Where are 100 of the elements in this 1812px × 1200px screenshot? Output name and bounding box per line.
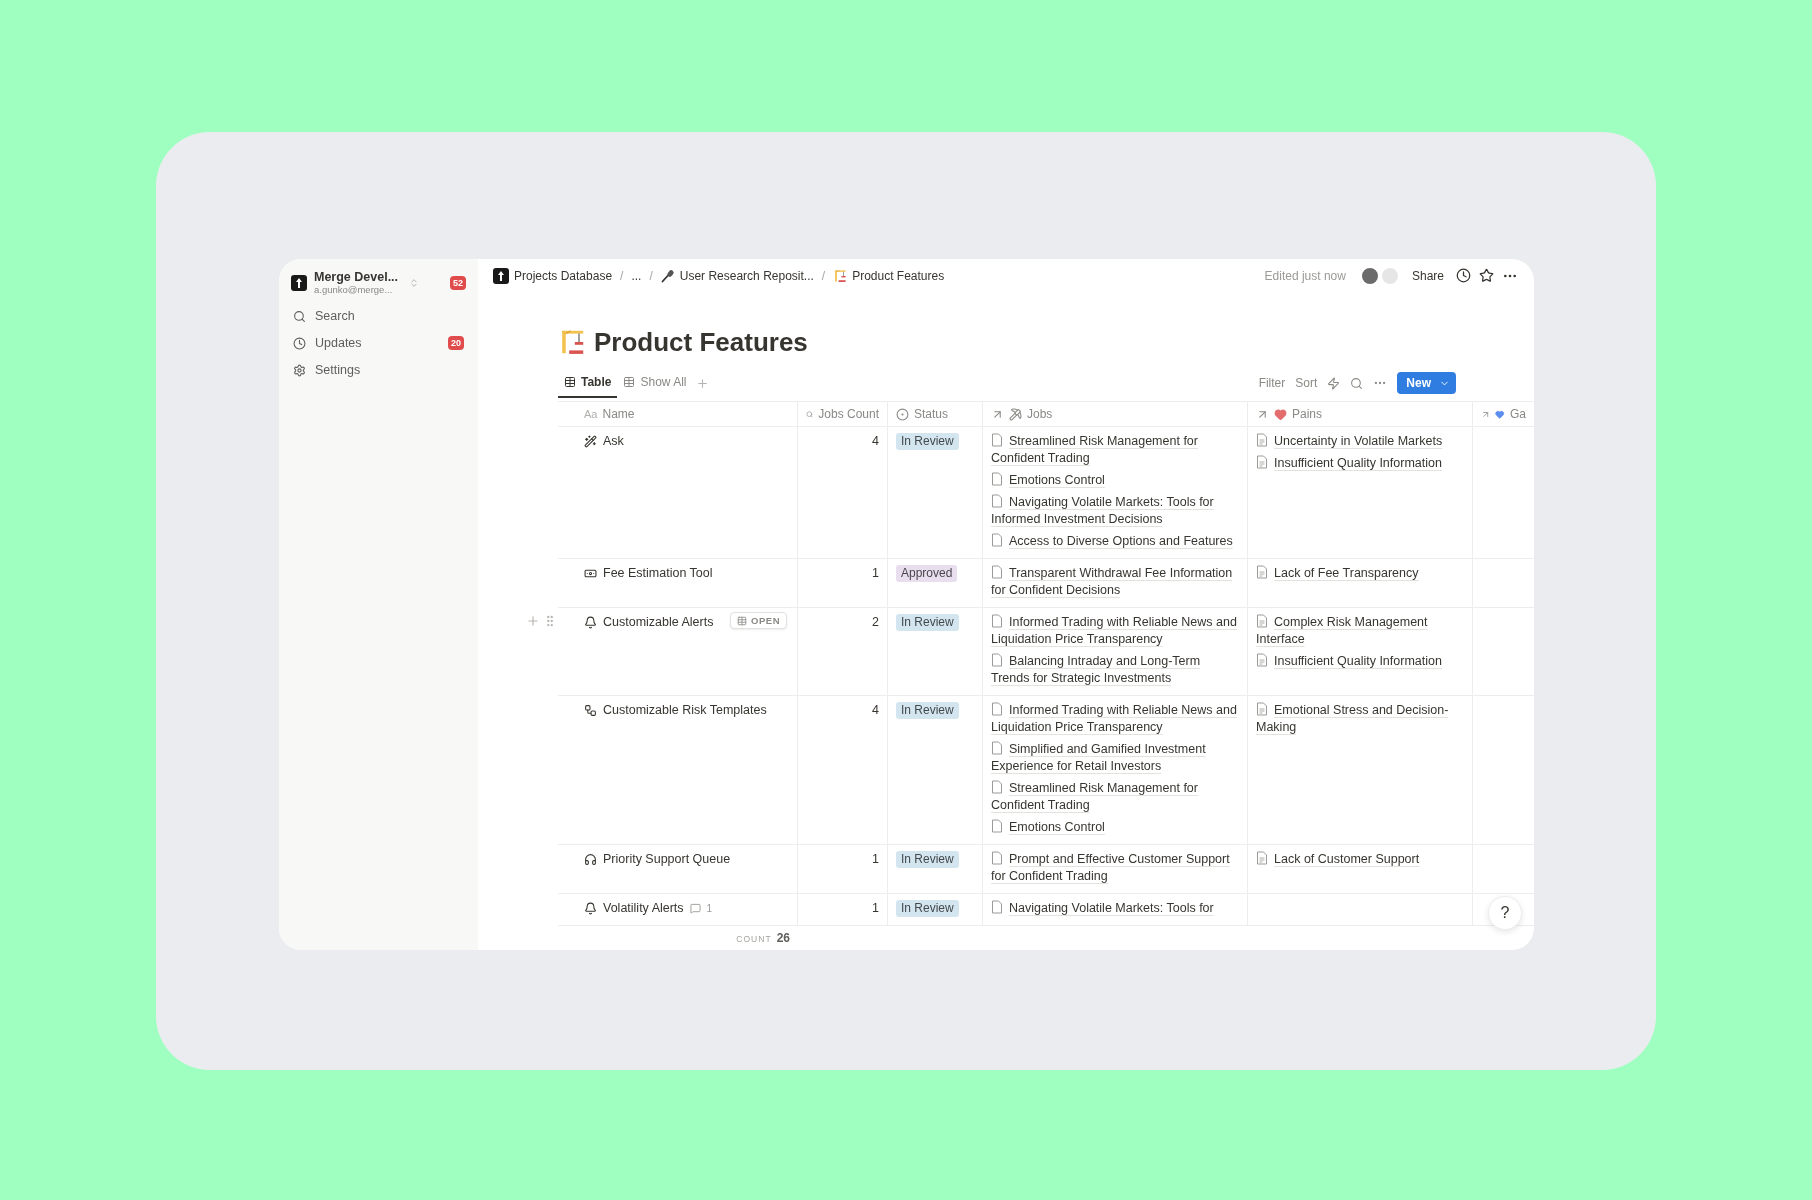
column-label: Status [914, 407, 949, 421]
breadcrumb-separator: / [821, 268, 826, 283]
bell-icon [584, 616, 597, 629]
breadcrumb-separator: / [620, 268, 624, 283]
breadcrumb-link[interactable]: User Research Reposit... [660, 268, 814, 283]
name-cell[interactable]: Ask [558, 427, 798, 559]
edited-status: Edited just now [1264, 268, 1346, 283]
document-icon [1256, 433, 1268, 447]
account-email: a.gunko@merge... [314, 284, 394, 295]
lightning-icon[interactable] [1327, 376, 1341, 390]
document-icon [991, 533, 1003, 547]
name-cell[interactable]: Fee Estimation Tool [558, 559, 798, 608]
page-link[interactable]: Balancing Intraday and Long-Term Trends for Strategic Investments [991, 653, 1239, 687]
sidebar-item[interactable]: Search [287, 304, 470, 328]
column-header[interactable]: Aa Name [558, 401, 798, 427]
name-cell[interactable]: Customizable Risk Templates [558, 696, 798, 845]
new-button[interactable]: New [1397, 372, 1456, 394]
text-type-icon: Aa [584, 408, 598, 420]
document-icon [991, 702, 1003, 716]
breadcrumb-link[interactable]: Projects Database [493, 267, 613, 284]
page-link[interactable]: Streamlined Risk Management for Confident Trading [991, 433, 1239, 467]
page-link[interactable]: Transparent Withdrawal Fee Information for Confident Decisions [991, 565, 1239, 599]
page-link[interactable]: Simplified and Gamified Investment Experience for Retail Investors [991, 741, 1239, 775]
filter-button[interactable]: Filter [1258, 376, 1286, 390]
column-header[interactable]: Ga [1473, 401, 1534, 427]
status-tag: In Review [896, 433, 959, 450]
workspace-logo-icon [291, 274, 307, 291]
document-icon [991, 741, 1003, 755]
breadcrumb-link[interactable]: Product Features [833, 268, 945, 283]
page-link[interactable]: Uncertainty in Volatile Markets [1256, 433, 1464, 450]
page-link[interactable]: Informed Trading with Reliable News and Liquidation Price Transparency [991, 702, 1239, 736]
breadcrumb-separator: / [649, 268, 653, 283]
add-icon[interactable] [696, 377, 710, 390]
document-icon [991, 653, 1003, 667]
search-icon[interactable] [1350, 376, 1364, 390]
view-tab[interactable]: Table [558, 368, 618, 398]
column-header[interactable]: Jobs [983, 401, 1248, 427]
column-label: Pains [1292, 407, 1323, 421]
column-label: Ga [1509, 407, 1526, 421]
notification-badge: 52 [450, 275, 466, 290]
help-button[interactable]: ? [1488, 896, 1522, 930]
breadcrumb-ellipsis[interactable]: ... [631, 268, 642, 283]
bell-icon [584, 902, 597, 915]
document-icon [991, 472, 1003, 486]
column-header[interactable]: Pains [1248, 401, 1473, 427]
page-link[interactable]: Navigating Volatile Markets: Tools for [991, 900, 1239, 917]
document-icon [991, 851, 1003, 865]
feature-name: Volatility Alerts [603, 900, 684, 917]
document-icon [1256, 455, 1268, 469]
document-icon [1256, 702, 1268, 716]
panel-icon [737, 615, 747, 626]
status-tag: In Review [896, 851, 959, 868]
page-link[interactable]: Streamlined Risk Management for Confident Trading [991, 780, 1239, 814]
star-icon[interactable] [1479, 268, 1494, 283]
column-header[interactable]: Status [888, 401, 983, 427]
name-cell[interactable]: Priority Support Queue [558, 845, 798, 894]
search-icon [293, 309, 306, 323]
feature-name: Ask [603, 433, 624, 450]
page-link[interactable]: Informed Trading with Reliable News and Liquidation Price Transparency [991, 614, 1239, 648]
settings-icon [293, 363, 306, 377]
page-title: Product Features [594, 326, 808, 359]
page-link[interactable]: Insufficient Quality Information [1256, 455, 1464, 472]
column-header[interactable]: Jobs Count [798, 401, 888, 427]
name-cell[interactable]: Volatility Alerts 1 [558, 894, 798, 926]
banknote-icon [584, 567, 597, 580]
sidebar-item[interactable]: Updates 20 [287, 331, 470, 355]
page-link[interactable]: Prompt and Effective Customer Support for Confident Trading [991, 851, 1239, 885]
document-icon [1256, 614, 1268, 628]
sort-button[interactable]: Sort [1295, 376, 1318, 390]
document-icon [991, 780, 1003, 794]
column-label: Jobs Count [818, 407, 879, 421]
view-tab[interactable]: Show All [617, 368, 693, 398]
feature-name: Customizable Alerts [603, 614, 714, 631]
page-link[interactable]: Emotions Control [991, 819, 1239, 836]
notification-badge: 20 [448, 336, 464, 350]
table-cell: 4 [798, 427, 888, 559]
page-link[interactable]: Emotional Stress and Decision-Making [1256, 702, 1464, 736]
crane-icon [833, 268, 848, 283]
microphone-icon [660, 268, 675, 283]
table-icon [623, 376, 636, 388]
page-link[interactable]: Access to Diverse Options and Features [991, 533, 1239, 550]
page-link[interactable]: Lack of Fee Transparency [1256, 565, 1464, 582]
clock-icon[interactable] [1456, 268, 1471, 283]
table-cell: 1 [798, 894, 888, 926]
document-icon [1256, 565, 1268, 579]
workspace-name[interactable]: Merge Devel... [314, 270, 402, 284]
open-button[interactable]: OPEN [730, 612, 788, 629]
share-button[interactable]: Share [1407, 265, 1448, 286]
comment-icon [689, 903, 701, 914]
page-link[interactable]: Navigating Volatile Markets: Tools for Informed Investment Decisions [991, 494, 1239, 528]
count-value: 26 [776, 931, 790, 945]
page-link[interactable]: Lack of Customer Support [1256, 851, 1464, 868]
page-link[interactable]: Complex Risk Management Interface [1256, 614, 1464, 648]
sidebar-item[interactable]: Settings [287, 358, 470, 382]
page-link[interactable]: Insufficient Quality Information [1256, 653, 1464, 670]
page-link[interactable]: Emotions Control [991, 472, 1239, 489]
feature-name: Customizable Risk Templates [603, 702, 767, 719]
table-cell: 1 [798, 845, 888, 894]
workspace-logo-icon [493, 267, 509, 284]
status-tag: In Review [896, 614, 959, 631]
